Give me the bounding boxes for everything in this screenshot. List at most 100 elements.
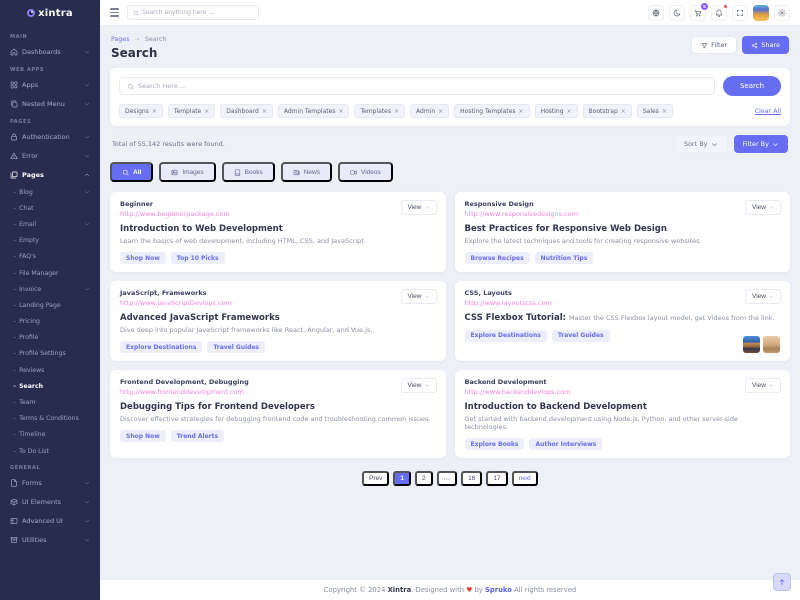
badge-browse-recipes[interactable]: Browse Recipes xyxy=(465,252,530,264)
tab-images[interactable]: Images xyxy=(159,162,215,182)
remove-tag-icon[interactable]: × xyxy=(204,108,209,115)
menu-toggle-icon[interactable] xyxy=(110,8,119,16)
tab-news[interactable]: News xyxy=(281,162,332,182)
badge-author-interviews[interactable]: Author Interviews xyxy=(529,438,602,450)
clear-all-link[interactable]: Clear All xyxy=(755,108,781,115)
brand-logo[interactable]: xintra xyxy=(0,0,100,26)
remove-tag-icon[interactable]: × xyxy=(621,108,626,115)
tab-all[interactable]: All xyxy=(110,162,153,182)
results-search-input[interactable] xyxy=(138,82,707,90)
sidebar-subitem-blog[interactable]: –Blog xyxy=(8,184,92,200)
moon-button[interactable] xyxy=(669,5,685,21)
remove-tag-icon[interactable]: × xyxy=(394,108,399,115)
remove-tag-icon[interactable]: × xyxy=(338,108,343,115)
sidebar-subitem-timeline[interactable]: –Timeline xyxy=(8,427,92,443)
sidebar-item-error[interactable]: Error xyxy=(8,146,92,165)
badge-explore-destinations[interactable]: Explore Destinations xyxy=(465,330,547,342)
result-url[interactable]: http://www.frontenddevelopment.com xyxy=(120,388,436,396)
thumbnail-image-1[interactable] xyxy=(743,336,760,353)
thumbnail-image-2[interactable] xyxy=(763,336,780,353)
sidebar-subitem-reviews[interactable]: –Reviews xyxy=(8,362,92,378)
sidebar-subitem-search[interactable]: –Search xyxy=(8,378,92,394)
footer-segment[interactable]: Spruko xyxy=(485,586,512,594)
bell-button[interactable] xyxy=(711,5,727,21)
tag-bootstrap[interactable]: Bootstrap× xyxy=(583,104,632,118)
scroll-to-top-button[interactable] xyxy=(773,573,791,591)
sidebar-item-ui-elements[interactable]: UI Elements xyxy=(8,492,92,511)
sidebar-item-advanced-ui[interactable]: Advanced UI xyxy=(8,511,92,530)
sidebar-subitem-landing-page[interactable]: –Landing Page xyxy=(8,297,92,313)
remove-tag-icon[interactable]: × xyxy=(662,108,667,115)
pagination-page-2[interactable]: 2 xyxy=(415,471,433,486)
sidebar-subitem-profile[interactable]: –Profile xyxy=(8,330,92,346)
sidebar-subitem-email[interactable]: –Email xyxy=(8,216,92,232)
tag-hosting[interactable]: Hosting× xyxy=(535,104,578,118)
sidebar-subitem-empty[interactable]: –Empty xyxy=(8,233,92,249)
badge-shop-now[interactable]: Shop Now xyxy=(120,430,166,442)
fullscreen-button[interactable] xyxy=(732,5,748,21)
result-url[interactable]: http://www.responsivedesigns.com xyxy=(465,210,781,218)
sidebar-subitem-to-do-list[interactable]: –To Do List xyxy=(8,443,92,459)
badge-explore-books[interactable]: Explore Books xyxy=(465,438,525,450)
badge-travel-guides[interactable]: Travel Guides xyxy=(552,330,610,342)
badge-top-10-picks[interactable]: Top 10 Picks xyxy=(171,252,225,264)
sidebar-item-nested-menu[interactable]: Nested Menu xyxy=(8,94,92,113)
view-dropdown[interactable]: View xyxy=(401,289,437,304)
pagination-prev[interactable]: Prev xyxy=(362,471,389,486)
badge-explore-destinations[interactable]: Explore Destinations xyxy=(120,341,202,353)
cart-button[interactable]: 5 xyxy=(690,5,706,21)
tag-admin[interactable]: Admin× xyxy=(410,104,449,118)
share-button[interactable]: Share xyxy=(742,36,789,54)
tab-books[interactable]: Books xyxy=(222,162,275,182)
pagination-page-17[interactable]: 17 xyxy=(486,471,507,486)
sidebar-item-forms[interactable]: Forms xyxy=(8,473,92,492)
tag-hosting-templates[interactable]: Hosting Templates× xyxy=(454,104,529,118)
result-url[interactable]: http://www.layoutscss.com xyxy=(465,299,781,307)
view-dropdown[interactable]: View xyxy=(401,200,437,215)
sidebar-item-utilities[interactable]: Utilities xyxy=(8,530,92,549)
user-avatar[interactable] xyxy=(753,5,769,21)
pagination-page-1[interactable]: 1 xyxy=(393,471,411,486)
result-url[interactable]: http://www.beginnerpackage.com xyxy=(120,210,436,218)
tag-sales[interactable]: Sales× xyxy=(637,104,673,118)
tag-dashboard[interactable]: Dashboard× xyxy=(220,104,273,118)
result-url[interactable]: http://www.javaScriptDevlops.com xyxy=(120,299,436,307)
view-dropdown[interactable]: View xyxy=(745,289,781,304)
search-button[interactable]: Search xyxy=(723,76,781,96)
view-dropdown[interactable]: View xyxy=(745,200,781,215)
remove-tag-icon[interactable]: × xyxy=(152,108,157,115)
sidebar-item-dashboards[interactable]: Dashboards xyxy=(8,42,92,61)
settings-button[interactable] xyxy=(774,5,790,21)
sidebar-subitem-pricing[interactable]: –Pricing xyxy=(8,314,92,330)
pagination-page-16[interactable]: 16 xyxy=(461,471,482,486)
remove-tag-icon[interactable]: × xyxy=(567,108,572,115)
pagination-next[interactable]: next xyxy=(512,471,538,486)
filter-button[interactable]: Filter xyxy=(691,36,737,54)
filter-by-dropdown[interactable]: Filter By xyxy=(734,135,788,153)
sidebar-subitem-chat[interactable]: –Chat xyxy=(8,200,92,216)
pagination-ellipsis[interactable]: ⋯ xyxy=(437,471,458,486)
sort-by-dropdown[interactable]: Sort By xyxy=(674,135,728,153)
view-dropdown[interactable]: View xyxy=(401,378,437,393)
remove-tag-icon[interactable]: × xyxy=(262,108,267,115)
badge-trend-alerts[interactable]: Trend Alerts xyxy=(171,430,224,442)
sidebar-subitem-profile-settings[interactable]: –Profile Settings xyxy=(8,346,92,362)
tab-videos[interactable]: Videos xyxy=(338,162,393,182)
remove-tag-icon[interactable]: × xyxy=(438,108,443,115)
tag-templates[interactable]: Templates× xyxy=(354,104,405,118)
remove-tag-icon[interactable]: × xyxy=(519,108,524,115)
view-dropdown[interactable]: View xyxy=(745,378,781,393)
sidebar-subitem-team[interactable]: –Team xyxy=(8,394,92,410)
badge-travel-guides[interactable]: Travel Guides xyxy=(207,341,265,353)
sidebar-subitem-file-manager[interactable]: –File Manager xyxy=(8,265,92,281)
sidebar-item-authentication[interactable]: Authentication xyxy=(8,127,92,146)
language-button[interactable] xyxy=(648,5,664,21)
sidebar-subitem-terms-conditions[interactable]: –Terms & Conditions xyxy=(8,411,92,427)
tag-designs[interactable]: Designs× xyxy=(119,104,163,118)
badge-nutrition-tips[interactable]: Nutrition Tips xyxy=(535,252,594,264)
sidebar-item-pages[interactable]: Pages xyxy=(8,165,92,184)
tag-admin-templates[interactable]: Admin Templates× xyxy=(278,104,350,118)
sidebar-subitem-invoice[interactable]: –Invoice xyxy=(8,281,92,297)
sidebar-item-apps[interactable]: Apps xyxy=(8,75,92,94)
sidebar-subitem-faq-s[interactable]: –FAQ's xyxy=(8,249,92,265)
